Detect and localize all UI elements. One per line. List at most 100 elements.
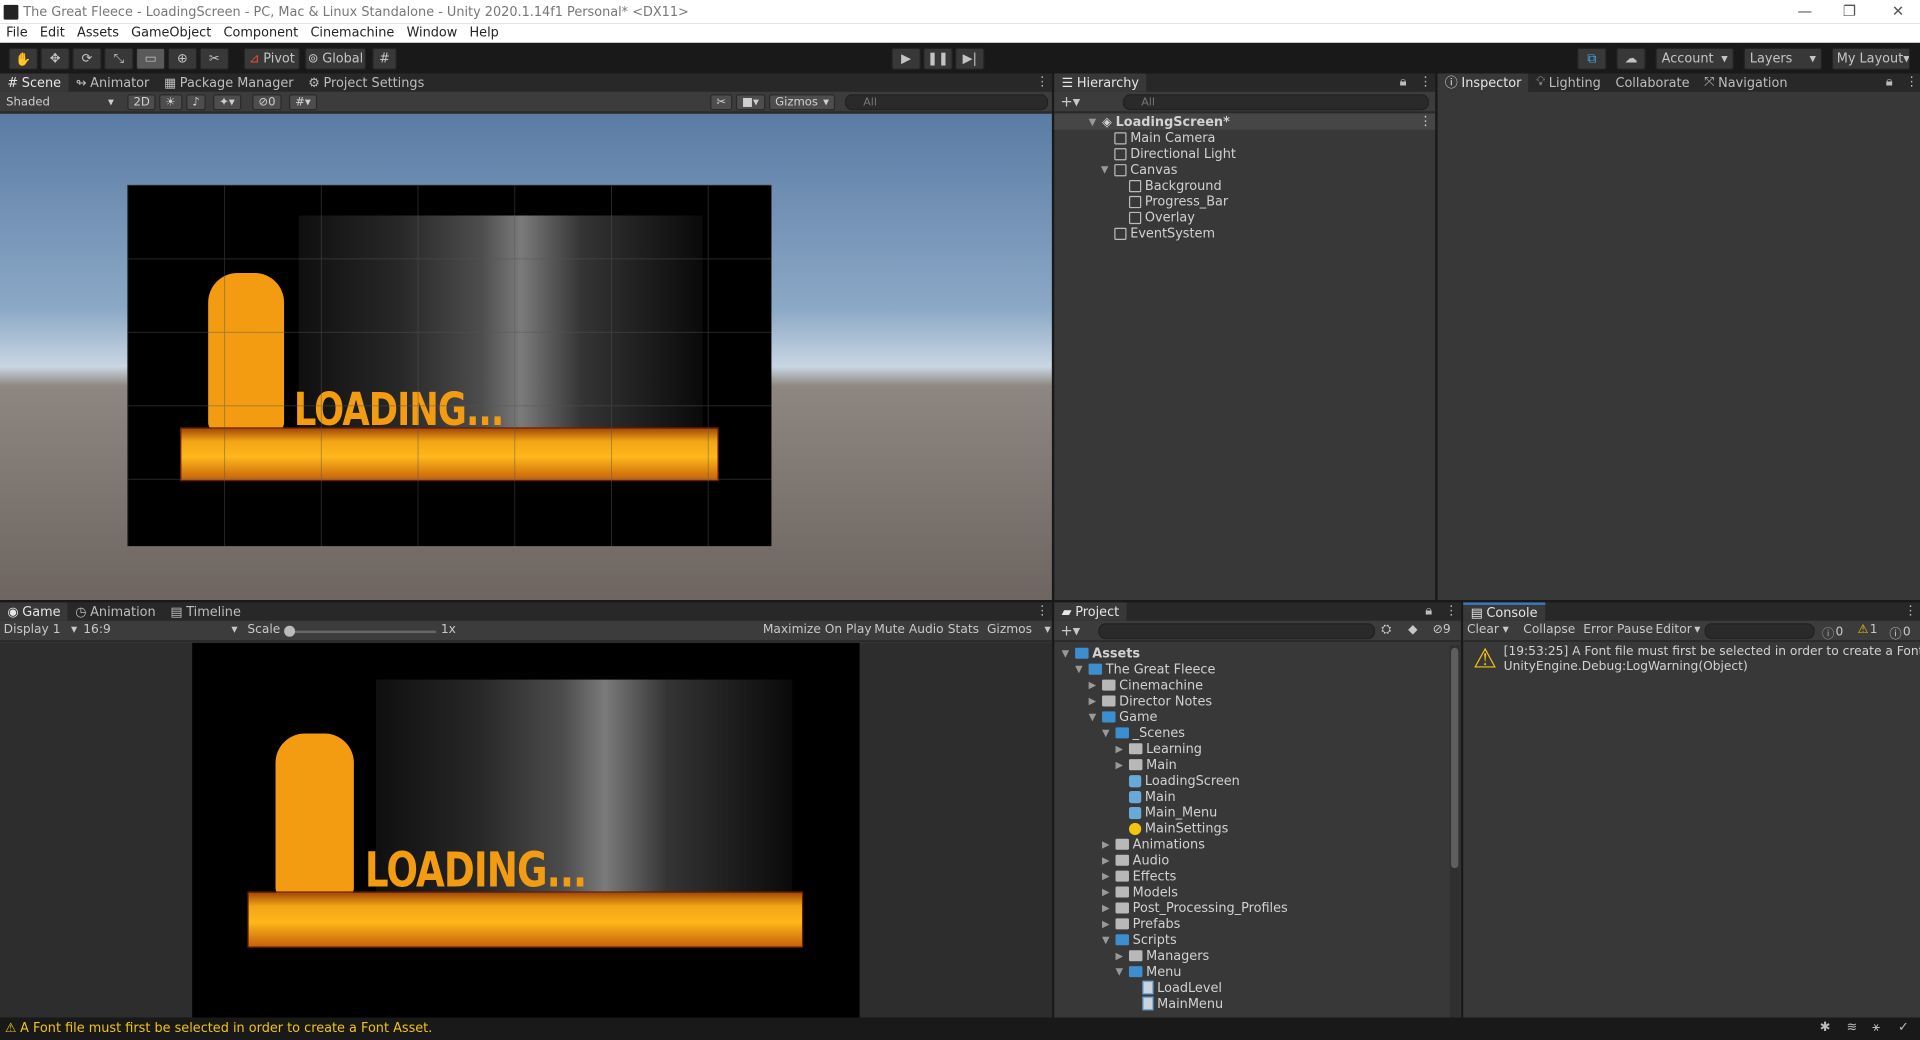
add-icon[interactable]: +▾	[1060, 622, 1080, 639]
project-item[interactable]: LoadingScreen	[1116, 773, 1240, 789]
tab-game[interactable]: ◉ Game	[0, 602, 68, 621]
expand-arrow-icon[interactable]: ▼	[1102, 934, 1112, 945]
project-item[interactable]: MainSettings	[1116, 820, 1228, 836]
scrollbar-thumb[interactable]	[1451, 647, 1459, 869]
warning-filter-toggle[interactable]: ⚠ 1	[1858, 623, 1878, 636]
close-button[interactable]: ✕	[1892, 2, 1904, 19]
kebab-menu-icon[interactable]: ⋮	[1419, 114, 1432, 129]
kebab-menu-icon[interactable]: ⋮	[1445, 604, 1458, 619]
tools-icon[interactable]: ✂	[710, 94, 733, 111]
check-icon[interactable]: ✓	[1898, 1020, 1909, 1035]
hierarchy-item[interactable]: Progress_Bar	[1128, 193, 1228, 209]
project-item[interactable]: ▼ Scripts	[1102, 932, 1177, 948]
custom-tool-icon[interactable]: ✂	[199, 47, 229, 70]
menu-file[interactable]: File	[0, 26, 34, 41]
project-item[interactable]: ▶ Learning	[1116, 741, 1202, 757]
stats-toggle[interactable]: Stats	[948, 623, 979, 636]
project-item[interactable]: ▶ Post_Processing_Profiles	[1102, 900, 1288, 916]
tab-timeline[interactable]: ▤ Timeline	[163, 602, 248, 620]
hidden-packages-toggle[interactable]: ⊘9	[1433, 623, 1451, 636]
project-item[interactable]: LoadLevel	[1129, 980, 1222, 996]
tab-lighting[interactable]: 💡︎ Lighting	[1529, 73, 1608, 91]
project-item[interactable]: ▶ Managers	[1116, 948, 1210, 964]
kebab-menu-icon[interactable]: ⋮	[1036, 604, 1049, 619]
scene-viewport[interactable]: LOADING...	[0, 113, 1052, 601]
lock-icon[interactable]: 🔒︎	[1425, 604, 1432, 620]
console-log-entry[interactable]: ⚠ [19:53:25] A Font file must first be s…	[1463, 643, 1920, 677]
project-item[interactable]: ▶ Audio	[1102, 852, 1169, 868]
collab-icon[interactable]: ⧉	[1577, 47, 1607, 70]
project-item[interactable]: ▶ Cinemachine	[1089, 677, 1203, 693]
hierarchy-item[interactable]: Directional Light	[1114, 146, 1236, 162]
hierarchy-search-input[interactable]: All	[1122, 94, 1429, 111]
status-message[interactable]: A Font file must first be selected in or…	[20, 1021, 432, 1036]
project-item[interactable]: ▶ Director Notes	[1089, 693, 1212, 709]
shading-dropdown[interactable]: Shaded ▾	[1, 94, 119, 111]
tab-package-manager[interactable]: ▦ Package Manager	[157, 73, 301, 91]
expand-arrow-icon[interactable]: ▼	[1089, 711, 1099, 722]
lock-icon[interactable]: 🔒︎	[1400, 75, 1407, 91]
hidden-objects-toggle[interactable]: ⊘ 0	[252, 94, 282, 111]
menu-gameobject[interactable]: GameObject	[125, 26, 217, 41]
project-item[interactable]: ▼ Game	[1089, 709, 1158, 725]
project-item[interactable]: ▶ Main	[1116, 757, 1177, 773]
project-item[interactable]: ▼ _Scenes	[1102, 725, 1185, 741]
expand-arrow-icon[interactable]: ▶	[1102, 839, 1112, 850]
pause-button[interactable]: ❚❚	[923, 47, 953, 70]
kebab-menu-icon[interactable]: ⋮	[1905, 75, 1918, 90]
project-item[interactable]: ▼ Assets	[1062, 645, 1140, 661]
hierarchy-item[interactable]: Main Camera	[1114, 130, 1215, 146]
game-gizmos-dropdown[interactable]: Gizmos ▾	[987, 623, 1051, 636]
effects-icon[interactable]: ✦▾	[213, 94, 241, 111]
error-filter-toggle[interactable]: ⓘ 0	[1889, 623, 1910, 642]
expand-arrow-icon[interactable]: ▶	[1089, 696, 1099, 707]
project-item[interactable]: ▶ Models	[1102, 884, 1178, 900]
rect-tool-icon[interactable]: ▭	[135, 47, 166, 70]
tab-console[interactable]: ▤ Console	[1463, 602, 1545, 621]
lock-icon[interactable]: 🔒︎	[1886, 75, 1893, 91]
tab-project-settings[interactable]: ⚙ Project Settings	[301, 73, 432, 91]
menu-window[interactable]: Window	[400, 26, 463, 41]
scene-search-input[interactable]: All	[844, 94, 1049, 111]
add-icon[interactable]: +▾	[1060, 93, 1080, 110]
layers-dropdown[interactable]: Layers ▾	[1743, 47, 1823, 70]
grid-snap-icon[interactable]: #	[372, 47, 397, 70]
scale-slider-thumb[interactable]	[284, 625, 296, 637]
expand-arrow-icon[interactable]: ▼	[1062, 648, 1072, 659]
expand-arrow-icon[interactable]: ▼	[1075, 664, 1085, 675]
scale-tool-icon[interactable]: ⤡	[104, 47, 134, 70]
project-scrollbar[interactable]	[1449, 645, 1460, 1018]
scene-root[interactable]: ▼ ◈ LoadingScreen*	[1089, 114, 1230, 130]
console-search-input[interactable]	[1704, 623, 1815, 640]
pivot-toggle[interactable]: ⊿ Pivot	[243, 47, 301, 70]
error-pause-toggle[interactable]: Error Pause	[1583, 623, 1653, 636]
menu-edit[interactable]: Edit	[34, 26, 71, 41]
transform-tool-icon[interactable]: ⊕	[167, 47, 198, 70]
grid-icon[interactable]: #▾	[288, 94, 317, 111]
menu-cinemachine[interactable]: Cinemachine	[304, 26, 400, 41]
audio-icon[interactable]: ♪	[186, 94, 206, 111]
tab-inspector[interactable]: ⓘ Inspector	[1437, 73, 1529, 92]
move-tool-icon[interactable]: ✥	[40, 47, 70, 70]
maximize-on-play-toggle[interactable]: Maximize On Play	[763, 623, 872, 636]
project-item[interactable]: ▼ The Great Fleece	[1075, 661, 1215, 677]
expand-arrow-icon[interactable]: ▶	[1102, 855, 1112, 866]
camera-icon[interactable]: ■▾	[735, 94, 766, 111]
cache-icon[interactable]: ≋	[1847, 1020, 1858, 1035]
rotate-tool-icon[interactable]: ⟳	[72, 47, 102, 70]
clear-dropdown[interactable]: Clear ▾	[1467, 623, 1509, 636]
project-item[interactable]: ▶ Effects	[1102, 868, 1176, 884]
game-viewport[interactable]: LOADING...	[0, 642, 1052, 1018]
label-icon[interactable]: ◆	[1408, 623, 1417, 636]
hierarchy-item[interactable]: Background	[1128, 178, 1222, 194]
expand-arrow-icon[interactable]: ▶	[1102, 902, 1112, 913]
kebab-menu-icon[interactable]: ⋮	[1036, 75, 1049, 90]
hand-tool-icon[interactable]: ✋	[8, 47, 38, 70]
expand-arrow-icon[interactable]: ▼	[1116, 966, 1126, 977]
aspect-dropdown[interactable]: 16:9 ▾	[83, 623, 237, 636]
display-dropdown[interactable]: Display 1 ▾	[4, 623, 77, 636]
mode-2d-toggle[interactable]: 2D	[127, 94, 156, 111]
expand-arrow-icon[interactable]: ▶	[1116, 759, 1126, 770]
scale-slider[interactable]	[286, 630, 436, 634]
lighting-status-icon[interactable]: ⚹	[1872, 1020, 1880, 1036]
